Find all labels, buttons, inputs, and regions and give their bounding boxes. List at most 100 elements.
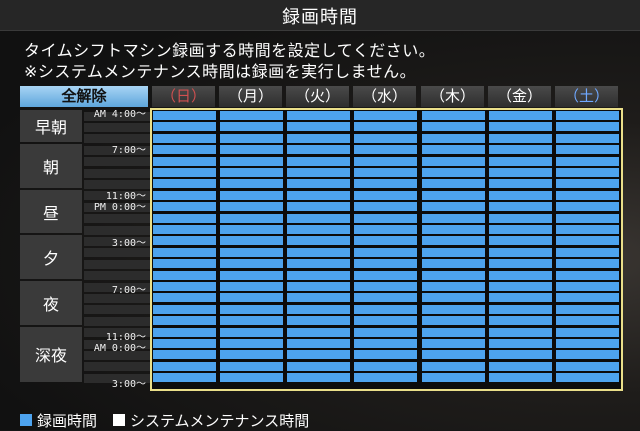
schedule-cell[interactable] — [489, 156, 552, 166]
schedule-cell[interactable] — [153, 361, 216, 371]
schedule-cell[interactable] — [354, 361, 417, 371]
day-header-1[interactable]: （月） — [219, 86, 282, 107]
schedule-cell[interactable] — [556, 202, 619, 212]
schedule-cell[interactable] — [220, 282, 283, 291]
schedule-cell[interactable] — [287, 133, 350, 143]
schedule-cell[interactable] — [556, 282, 619, 291]
schedule-cell[interactable] — [489, 236, 552, 246]
schedule-cell[interactable] — [422, 122, 485, 132]
schedule-cell[interactable] — [153, 350, 216, 360]
schedule-cell[interactable] — [287, 327, 350, 337]
schedule-cell[interactable] — [422, 327, 485, 337]
schedule-cell[interactable] — [354, 156, 417, 166]
schedule-cell[interactable] — [422, 293, 485, 303]
schedule-cell[interactable] — [287, 156, 350, 166]
schedule-cell[interactable] — [489, 293, 552, 303]
schedule-cell[interactable] — [556, 304, 619, 314]
schedule-cell[interactable] — [489, 111, 552, 120]
schedule-cell[interactable] — [153, 145, 216, 155]
schedule-cell[interactable] — [220, 156, 283, 166]
schedule-cell[interactable] — [220, 202, 283, 212]
schedule-cell[interactable] — [220, 339, 283, 348]
schedule-cell[interactable] — [489, 304, 552, 314]
schedule-cell[interactable] — [153, 213, 216, 223]
schedule-cell[interactable] — [220, 111, 283, 120]
schedule-cell[interactable] — [489, 225, 552, 234]
schedule-cell[interactable] — [556, 259, 619, 269]
schedule-cell[interactable] — [354, 259, 417, 269]
schedule-cell[interactable] — [489, 350, 552, 360]
schedule-cell[interactable] — [220, 373, 283, 383]
schedule-cell[interactable] — [220, 350, 283, 360]
schedule-cell[interactable] — [287, 282, 350, 291]
schedule-cell[interactable] — [556, 156, 619, 166]
schedule-cell[interactable] — [287, 339, 350, 348]
schedule-cell[interactable] — [354, 202, 417, 212]
schedule-cell[interactable] — [422, 179, 485, 189]
schedule-cell[interactable] — [153, 168, 216, 177]
schedule-cell[interactable] — [287, 293, 350, 303]
schedule-cell[interactable] — [489, 373, 552, 383]
schedule-cell[interactable] — [556, 213, 619, 223]
schedule-cell[interactable] — [354, 270, 417, 280]
schedule-cell[interactable] — [220, 293, 283, 303]
schedule-cell[interactable] — [556, 168, 619, 177]
schedule-cell[interactable] — [422, 145, 485, 155]
schedule-cell[interactable] — [287, 190, 350, 200]
schedule-cell[interactable] — [354, 293, 417, 303]
schedule-cell[interactable] — [489, 270, 552, 280]
schedule-cell[interactable] — [354, 213, 417, 223]
schedule-cell[interactable] — [422, 339, 485, 348]
schedule-cell[interactable] — [153, 111, 216, 120]
schedule-cell[interactable] — [287, 316, 350, 326]
schedule-cell[interactable] — [354, 111, 417, 120]
schedule-cell[interactable] — [220, 316, 283, 326]
schedule-cell[interactable] — [220, 168, 283, 177]
schedule-cell[interactable] — [220, 213, 283, 223]
schedule-cell[interactable] — [489, 202, 552, 212]
schedule-cell[interactable] — [220, 225, 283, 234]
schedule-cell[interactable] — [422, 247, 485, 257]
schedule-cell[interactable] — [287, 122, 350, 132]
schedule-cell[interactable] — [556, 236, 619, 246]
schedule-cell[interactable] — [153, 236, 216, 246]
schedule-cell[interactable] — [153, 202, 216, 212]
schedule-cell[interactable] — [153, 270, 216, 280]
schedule-cell[interactable] — [556, 270, 619, 280]
schedule-cell[interactable] — [489, 361, 552, 371]
schedule-cell[interactable] — [422, 270, 485, 280]
schedule-cell[interactable] — [489, 327, 552, 337]
schedule-cell[interactable] — [422, 225, 485, 234]
schedule-cell[interactable] — [489, 145, 552, 155]
schedule-cell[interactable] — [422, 361, 485, 371]
schedule-cell[interactable] — [354, 225, 417, 234]
schedule-cell[interactable] — [489, 339, 552, 348]
schedule-cell[interactable] — [354, 282, 417, 291]
schedule-cell[interactable] — [287, 145, 350, 155]
schedule-cell[interactable] — [220, 133, 283, 143]
schedule-cell[interactable] — [287, 373, 350, 383]
schedule-cell[interactable] — [287, 304, 350, 314]
schedule-cell[interactable] — [556, 145, 619, 155]
schedule-cell[interactable] — [422, 168, 485, 177]
schedule-cell[interactable] — [354, 190, 417, 200]
schedule-cell[interactable] — [556, 373, 619, 383]
schedule-cell[interactable] — [422, 213, 485, 223]
schedule-cell[interactable] — [422, 190, 485, 200]
schedule-cell[interactable] — [422, 202, 485, 212]
schedule-cell[interactable] — [153, 133, 216, 143]
schedule-cell[interactable] — [489, 282, 552, 291]
schedule-cell[interactable] — [153, 282, 216, 291]
schedule-cell[interactable] — [556, 190, 619, 200]
schedule-cell[interactable] — [556, 316, 619, 326]
schedule-cell[interactable] — [556, 225, 619, 234]
day-header-2[interactable]: （火） — [286, 86, 349, 107]
schedule-cell[interactable] — [287, 236, 350, 246]
schedule-cell[interactable] — [153, 316, 216, 326]
schedule-cell[interactable] — [489, 122, 552, 132]
schedule-cell[interactable] — [220, 236, 283, 246]
schedule-cell[interactable] — [422, 316, 485, 326]
schedule-cell[interactable] — [354, 327, 417, 337]
schedule-cell[interactable] — [556, 133, 619, 143]
schedule-cell[interactable] — [556, 111, 619, 120]
